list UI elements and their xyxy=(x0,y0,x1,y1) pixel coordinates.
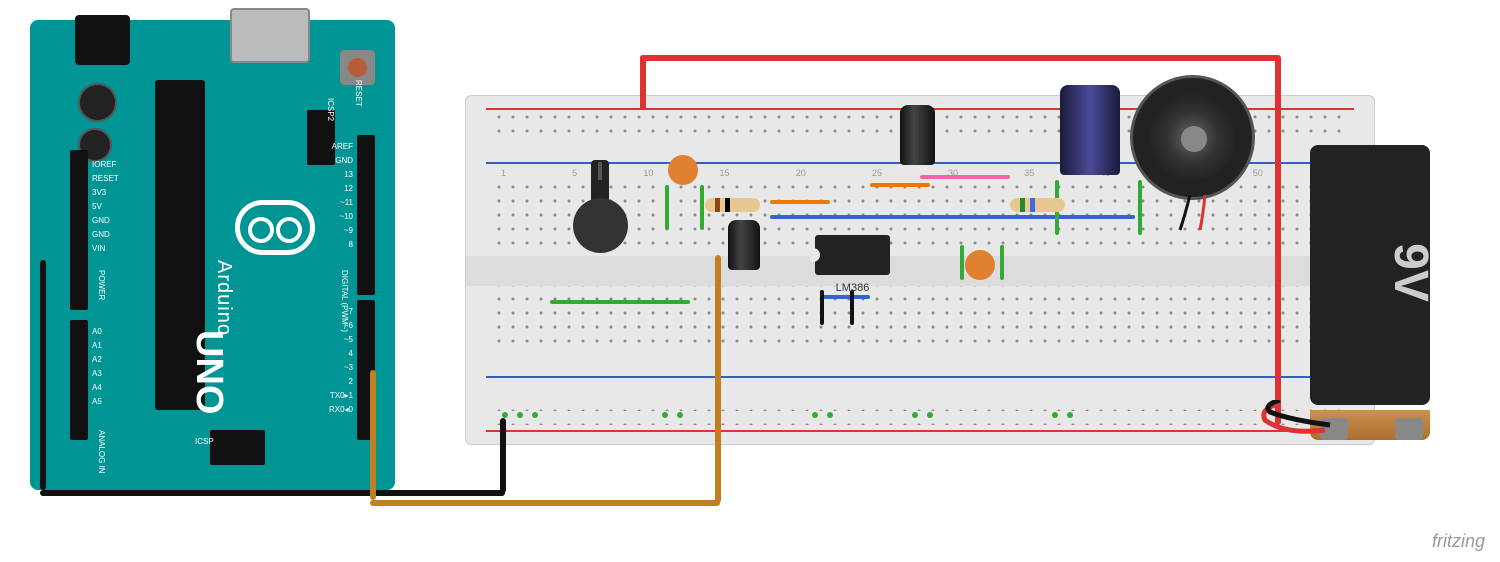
wire-signal xyxy=(715,255,721,503)
pin-label: IOREF RESET 3V3 5V GND GND VIN xyxy=(92,158,119,256)
electrolytic-capacitor xyxy=(900,105,935,165)
jumper-blue xyxy=(770,215,970,219)
usb-port-icon xyxy=(230,8,310,63)
wire-vcc xyxy=(640,55,1280,61)
arduino-model: UNO xyxy=(187,330,230,414)
battery-terminal-icon xyxy=(1395,418,1423,440)
resistor xyxy=(1010,198,1065,212)
wire-gnd xyxy=(40,260,46,490)
pin-label: A0 A1 A2 A3 A4 A5 xyxy=(92,325,102,409)
jumper-green xyxy=(1000,245,1004,280)
jumper-blue xyxy=(820,295,870,299)
analog-header xyxy=(70,320,88,440)
wire-vcc xyxy=(1275,55,1281,425)
power-header xyxy=(70,150,88,310)
jumper-blue xyxy=(965,215,1135,219)
jumper-pink xyxy=(920,175,1010,179)
jumper-black xyxy=(850,290,854,325)
wire-vcc xyxy=(640,55,646,110)
jumper-green xyxy=(550,300,690,304)
digital-label: DIGITAL (PWM~) xyxy=(337,270,351,332)
lm386-chip xyxy=(815,235,890,275)
analog-label: ANALOG IN xyxy=(94,430,108,474)
icsp-label: ICSP xyxy=(195,435,214,449)
arduino-brand: Arduino xyxy=(212,260,235,336)
pot-body-icon xyxy=(573,198,628,253)
wire-gnd xyxy=(40,490,505,496)
potentiometer xyxy=(565,190,635,260)
jumper-green xyxy=(665,185,669,230)
battery-9v: 9V xyxy=(1310,145,1430,405)
jumper-green xyxy=(960,245,964,280)
reset-label: RESET xyxy=(351,80,365,107)
battery-wires-icon xyxy=(1255,400,1335,450)
wire-signal xyxy=(370,370,376,500)
power-label: POWER xyxy=(94,270,108,300)
jumper-orange xyxy=(870,183,930,187)
battery-label: 9V xyxy=(1383,243,1438,302)
arduino-logo-icon xyxy=(235,200,315,255)
arduino-board: IOREF RESET 3V3 5V GND GND VIN A0 A1 A2 … xyxy=(30,20,395,490)
icsp2-label: ICSP2 xyxy=(323,98,337,121)
speaker-icon xyxy=(1130,75,1255,200)
wire-signal xyxy=(370,500,720,506)
jumper-orange xyxy=(770,200,830,204)
circuit-diagram: IOREF RESET 3V3 5V GND GND VIN A0 A1 A2 … xyxy=(0,0,1500,562)
wire-gnd xyxy=(500,418,506,493)
ceramic-capacitor xyxy=(965,250,995,280)
capacitor-icon xyxy=(80,85,115,120)
breadboard-divider xyxy=(466,256,1374,286)
power-jack-icon xyxy=(75,15,130,65)
jumper-green xyxy=(700,185,704,230)
pin-label: AREF GND 13 12 ~11 ~10 ~9 8 xyxy=(332,140,353,252)
jumper-green xyxy=(1138,180,1142,235)
credit-label: fritzing xyxy=(1432,531,1485,552)
digital-header-hi xyxy=(357,135,375,295)
resistor xyxy=(705,198,760,212)
electrolytic-capacitor xyxy=(728,220,760,270)
jumper-black xyxy=(820,290,824,325)
electrolytic-capacitor-large xyxy=(1060,85,1120,175)
ceramic-capacitor xyxy=(668,155,698,185)
icsp-header xyxy=(210,430,265,465)
speaker-wires-icon xyxy=(1175,195,1225,245)
ic-label: LM386 xyxy=(815,282,890,294)
